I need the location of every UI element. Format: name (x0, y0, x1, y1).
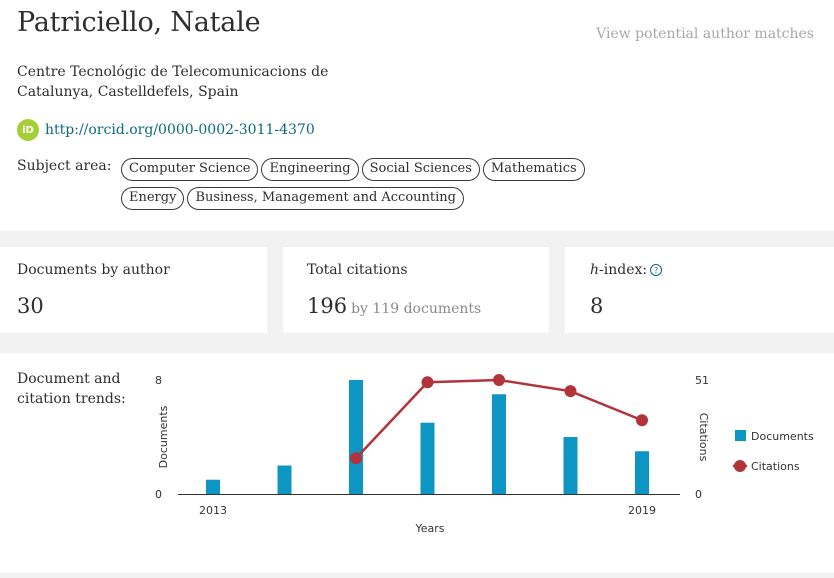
potential-author-matches-link[interactable]: View potential author matches (596, 26, 814, 42)
documents-bar (206, 479, 220, 494)
y-left-tick-label: 8 (155, 374, 162, 387)
subject-pill-energy[interactable]: Energy (121, 187, 185, 210)
orcid-icon: iD (17, 119, 39, 141)
citations-point (350, 452, 362, 465)
subject-area-list: Computer Science Engineering Social Scie… (121, 158, 621, 210)
citations-metric-value: 196 by 119 documents (307, 294, 481, 318)
documents-metric-label: Documents by author (17, 262, 170, 278)
trend-chart: 8 0 51 0 Documents Citations Years 2013 2019 Docu… (155, 374, 814, 535)
x-axis-title: Years (414, 522, 444, 535)
citations-point (493, 374, 505, 386)
subject-area-label: Subject area: (17, 158, 112, 174)
citations-metric-card: Total citations 196 by 119 documents (283, 247, 549, 333)
citing-documents-count[interactable]: by 119 documents (351, 301, 481, 317)
documents-bar (277, 465, 292, 494)
subject-pill-computer-science[interactable]: Computer Science (121, 158, 259, 181)
author-name: Patriciello, Natale (17, 7, 261, 38)
x-tick-label: 2013 (199, 504, 227, 517)
citations-metric-label: Total citations (307, 262, 408, 278)
documents-bar (349, 380, 363, 494)
legend-citations-swatch (734, 460, 746, 472)
orcid-row: iD http://orcid.org/0000-0002-3011-4370 (17, 119, 315, 141)
documents-bar (420, 422, 435, 494)
documents-bar (492, 394, 506, 494)
orcid-link[interactable]: http://orcid.org/0000-0002-3011-4370 (45, 122, 315, 138)
citations-point (564, 385, 577, 398)
documents-bar (563, 437, 578, 494)
subject-pill-social-sciences[interactable]: Social Sciences (361, 158, 480, 181)
documents-count[interactable]: 30 (17, 294, 44, 318)
h-index-label: h-index:? (590, 262, 663, 278)
legend-documents-swatch (735, 430, 746, 441)
y-right-tick-label: 51 (695, 374, 709, 387)
citations-point (421, 376, 434, 389)
legend-citations-label: Citations (751, 460, 800, 473)
citations-point (636, 414, 648, 427)
y-right-tick-label: 0 (695, 488, 702, 501)
document-citation-trends-card: Document and citation trends: 8 0 51 0 Docum… (0, 353, 834, 573)
h-index-value: 8 (590, 294, 604, 318)
documents-bar (635, 451, 649, 494)
documents-metric-card: Documents by author 30 (0, 247, 267, 333)
y-left-tick-label: 0 (155, 488, 162, 501)
subject-pill-engineering[interactable]: Engineering (261, 158, 359, 181)
citations-count[interactable]: 196 (307, 294, 347, 318)
info-icon[interactable]: ? (650, 264, 663, 276)
h-index-metric-card: h-index:? 8 (565, 247, 834, 333)
subject-pill-mathematics[interactable]: Mathematics (482, 158, 585, 181)
h-index-label-rest: -index: (599, 262, 648, 278)
author-profile-card: Patriciello, Natale View potential autho… (0, 0, 834, 231)
legend-documents-label: Documents (751, 430, 814, 443)
h-index-label-h: h (590, 262, 600, 278)
author-affiliation: Centre Tecnológic de Telecomunicacions d… (17, 64, 329, 100)
y-right-axis-title: Citations (697, 413, 710, 462)
x-tick-label: 2019 (628, 504, 656, 517)
subject-pill-business-management-accounting[interactable]: Business, Management and Accounting (187, 187, 464, 210)
y-left-axis-title: Documents (157, 405, 170, 468)
documents-metric-value: 30 (17, 294, 44, 318)
